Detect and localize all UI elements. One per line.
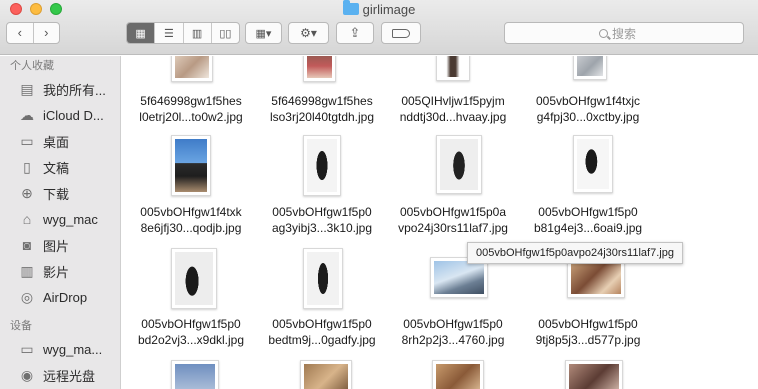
sidebar-item-label: AirDrop	[43, 289, 88, 305]
file-thumbnail[interactable]	[573, 135, 613, 193]
cover-flow-button[interactable]: ▯▯	[210, 23, 239, 43]
search-icon	[599, 28, 608, 38]
sidebar-item-all-files[interactable]: ▤ 我的所有...	[0, 76, 120, 102]
window-title-text: girlimage	[362, 2, 416, 17]
sidebar-item-airdrop[interactable]: ◎ AirDrop	[0, 284, 120, 310]
sidebar-item-downloads[interactable]: ⊕ 下载	[0, 180, 120, 206]
sidebar-item-label: wyg_mac	[43, 211, 98, 227]
sidebar-item-pictures[interactable]: ◙ 图片	[0, 232, 120, 258]
sidebar-item-remote-disc[interactable]: ◉ 远程光盘	[0, 362, 120, 388]
filename-tooltip: 005vbOHfgw1f5p0avpo24j30rs11laf7.jpg	[467, 242, 683, 264]
cloud-icon: ☁	[20, 106, 34, 123]
window-title: girlimage	[0, 0, 758, 17]
file-thumbnail[interactable]	[303, 135, 341, 196]
film-icon: ▥	[20, 262, 34, 279]
sidebar-item-label: 我的所有...	[43, 82, 106, 98]
file-grid: 5f646998gw1f5hes l0etrj20l...to0w2.jpg 5f…	[122, 56, 758, 389]
file-name[interactable]: 005vbOHfgw1f5p0 9tj8p5j3...d577p.jpg	[524, 316, 652, 348]
sidebar-item-movies[interactable]: ▥ 影片	[0, 258, 120, 284]
sidebar-item-label: 图片	[43, 238, 70, 254]
sidebar-item-label: 下载	[43, 186, 70, 202]
view-mode-group: ▦ ☰ ▥ ▯▯	[126, 22, 240, 44]
search-field[interactable]: 搜索	[504, 22, 744, 44]
sidebar-item-device-mac[interactable]: ▭ wyg_ma...	[0, 336, 120, 362]
file-name[interactable]: 005vbOHfgw1f4txk 8e6jfj30...qodjb.jpg	[127, 204, 255, 236]
list-view-button[interactable]: ☰	[154, 23, 182, 43]
file-thumbnail[interactable]	[171, 56, 213, 82]
file-thumbnail[interactable]	[171, 248, 217, 309]
all-files-icon: ▤	[20, 80, 34, 97]
laptop-icon: ▭	[20, 340, 34, 357]
share-button[interactable]: ⇪	[336, 22, 374, 44]
sidebar-item-home[interactable]: ⌂ wyg_mac	[0, 206, 120, 232]
download-icon: ⊕	[21, 184, 33, 201]
file-name[interactable]: 005vbOHfgw1f5p0 bedtm9j...0gadfy.jpg	[258, 316, 386, 348]
file-thumbnail[interactable]	[432, 360, 484, 389]
file-name[interactable]: 005vbOHfgw1f4txjc g4fpj30...0xctby.jpg	[524, 93, 652, 125]
column-view-button[interactable]: ▥	[182, 23, 211, 43]
icon-view-button[interactable]: ▦	[127, 23, 155, 43]
gear-icon: ⚙▾	[300, 26, 317, 40]
sidebar-item-icloud[interactable]: ☁ iCloud D...	[0, 102, 120, 128]
sidebar-item-label: wyg_ma...	[43, 341, 103, 357]
file-name[interactable]: 005vbOHfgw1f5p0 bd2o2vj3...x9dkl.jpg	[127, 316, 255, 348]
sidebar-item-label: iCloud D...	[43, 107, 104, 123]
desktop-icon: ▭	[20, 132, 34, 149]
file-thumbnail[interactable]	[171, 135, 211, 196]
file-name[interactable]: 005vbOHfgw1f5p0 b81g4ej3...6oai9.jpg	[524, 204, 652, 236]
file-name[interactable]: 5f646998gw1f5hes l0etrj20l...to0w2.jpg	[127, 93, 255, 125]
chevron-right-icon: ›	[44, 25, 49, 40]
file-name[interactable]: 5f646998gw1f5hes lso3rj20l40tgtdh.jpg	[258, 93, 386, 125]
file-thumbnail[interactable]	[300, 360, 352, 389]
file-thumbnail[interactable]	[303, 56, 336, 82]
file-thumbnail[interactable]	[573, 56, 607, 80]
sidebar-item-label: 影片	[43, 264, 70, 280]
sidebar-item-label: 文稿	[43, 160, 70, 176]
action-button[interactable]: ⚙▾	[288, 22, 329, 44]
favorites-header: 个人收藏	[10, 60, 54, 72]
sidebar-item-label: 远程光盘	[43, 368, 96, 384]
arrange-grid-icon: ▦▾	[255, 27, 272, 40]
file-thumbnail[interactable]	[436, 56, 470, 81]
tag-icon	[392, 28, 410, 38]
sidebar-item-desktop[interactable]: ▭ 桌面	[0, 128, 120, 154]
disc-icon: ◉	[20, 366, 34, 383]
folder-icon	[342, 0, 359, 15]
sidebar-item-label: 桌面	[43, 134, 70, 150]
arrange-button[interactable]: ▦▾	[245, 22, 282, 44]
forward-button[interactable]: ›	[32, 23, 60, 43]
devices-header: 设备	[10, 320, 32, 332]
chevron-left-icon: ‹	[17, 25, 22, 40]
file-name[interactable]: 005vbOHfgw1f5p0 ag3yibj3...3k10.jpg	[258, 204, 386, 236]
airdrop-icon: ◎	[20, 288, 34, 305]
home-icon: ⌂	[22, 211, 32, 227]
navigation-buttons: ‹ ›	[6, 22, 60, 44]
file-name[interactable]: 005vbOHfgw1f5p0 8rh2p2j3...4760.jpg	[389, 316, 517, 348]
sidebar-item-documents[interactable]: ▯ 文稿	[0, 154, 120, 180]
document-icon: ▯	[23, 158, 31, 175]
share-icon: ⇪	[349, 25, 361, 40]
file-thumbnail[interactable]	[565, 360, 623, 389]
file-name[interactable]: 005QIHvljw1f5pyjm nddtj30d...hvaay.jpg	[389, 93, 517, 125]
file-name[interactable]: 005vbOHfgw1f5p0a vpo24j30rs11laf7.jpg	[389, 204, 517, 236]
search-placeholder: 搜索	[612, 26, 637, 41]
camera-icon: ◙	[22, 237, 32, 253]
file-thumbnail[interactable]	[171, 360, 219, 389]
sidebar: 个人收藏 ▤ 我的所有... ☁ iCloud D... ▭ 桌面 ▯ 文稿 ⊕ 下载 ⌂…	[0, 56, 121, 389]
file-thumbnail[interactable]	[436, 135, 482, 194]
tag-button[interactable]	[381, 22, 421, 44]
back-button[interactable]: ‹	[7, 23, 33, 43]
file-thumbnail[interactable]	[303, 248, 343, 309]
title-bar: girlimage ‹ › ▦ ☰ ▥ ▯▯ ▦▾ ⚙▾ ⇪ 搜索	[0, 0, 758, 55]
